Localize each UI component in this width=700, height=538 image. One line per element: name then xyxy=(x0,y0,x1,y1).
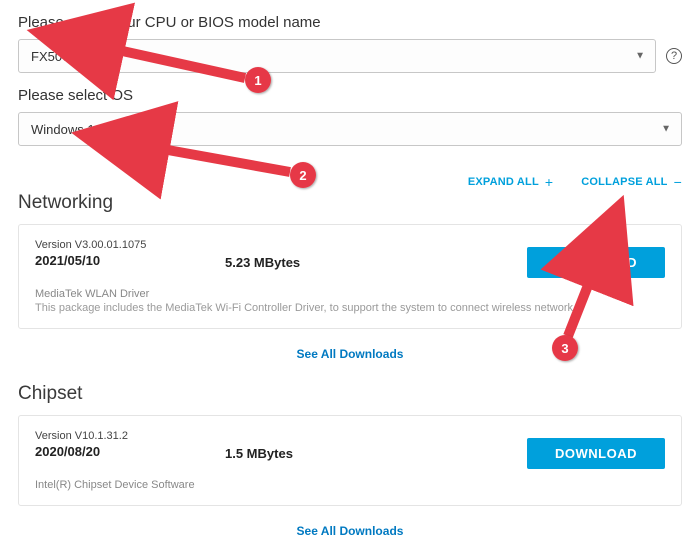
chevron-down-icon: ▼ xyxy=(635,51,645,62)
size-label: 1.5 MBytes xyxy=(225,446,507,461)
section-title-chipset: Chipset xyxy=(18,383,682,405)
version-label: Version V10.1.31.2 xyxy=(35,430,205,442)
driver-description: This package includes the MediaTek Wi-Fi… xyxy=(35,302,665,314)
collapse-all-label: COLLAPSE ALL xyxy=(581,176,667,188)
driver-name: Intel(R) Chipset Device Software xyxy=(35,479,665,491)
os-select[interactable]: Windows 10 64-bit ▼ xyxy=(18,112,682,146)
date-label: 2020/08/20 xyxy=(35,444,205,459)
driver-name: MediaTek WLAN Driver xyxy=(35,288,665,300)
expand-all-label: EXPAND ALL xyxy=(468,176,539,188)
cpu-bios-select[interactable]: FX506LH ▼ xyxy=(18,39,656,73)
see-all-downloads-link[interactable]: See All Downloads xyxy=(18,524,682,538)
download-button[interactable]: DOWNLOAD xyxy=(527,438,665,469)
section-title-networking: Networking xyxy=(18,192,682,214)
annotation-badge-1: 1 xyxy=(254,73,261,88)
driver-card-networking: Version V3.00.01.1075 2021/05/10 5.23 MB… xyxy=(18,224,682,329)
os-value: Windows 10 64-bit xyxy=(31,122,138,137)
size-label: 5.23 MBytes xyxy=(225,255,507,270)
os-label: Please select OS xyxy=(18,87,682,104)
chevron-down-icon: ▼ xyxy=(661,124,671,135)
download-button[interactable]: DOWNLOAD xyxy=(527,247,665,278)
cpu-bios-value: FX506LH xyxy=(31,49,86,64)
collapse-all-button[interactable]: COLLAPSE ALL − xyxy=(581,176,682,188)
see-all-downloads-link[interactable]: See All Downloads xyxy=(18,347,682,361)
date-label: 2021/05/10 xyxy=(35,253,205,268)
driver-card-chipset: Version V10.1.31.2 2020/08/20 1.5 MBytes… xyxy=(18,415,682,506)
expand-all-button[interactable]: EXPAND ALL + xyxy=(468,176,553,188)
help-icon[interactable]: ? xyxy=(666,48,682,64)
cpu-bios-label: Please select your CPU or BIOS model nam… xyxy=(18,14,682,31)
version-label: Version V3.00.01.1075 xyxy=(35,239,205,251)
